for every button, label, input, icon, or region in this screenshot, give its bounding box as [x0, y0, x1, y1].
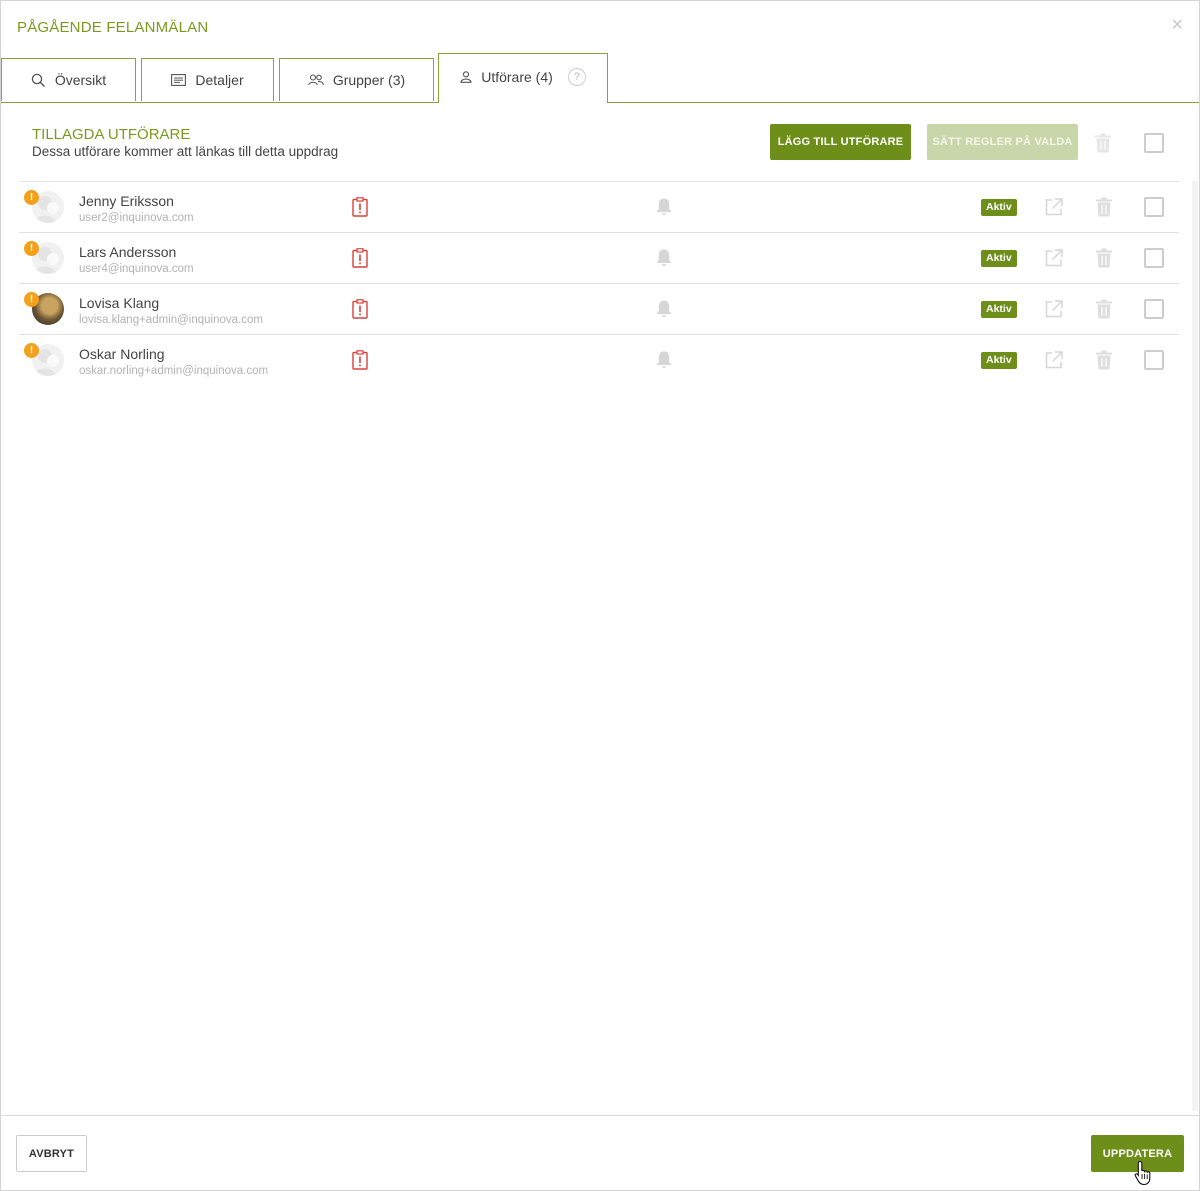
tab-bar: Översikt Detaljer Grupper (3) Utförare (…: [1, 53, 1199, 103]
performer-email: user4@inquinova.com: [79, 263, 194, 275]
clipboard-alert-icon[interactable]: [352, 197, 368, 222]
performer-name: Oskar Norling: [79, 346, 165, 362]
performer-email: oskar.norling+admin@inquinova.com: [79, 365, 269, 377]
warning-icon: !: [24, 190, 39, 205]
section-subtitle: Dessa utförare kommer att länkas till de…: [32, 144, 339, 159]
trash-icon[interactable]: [1094, 133, 1112, 153]
trash-icon[interactable]: [1095, 299, 1113, 324]
trash-icon[interactable]: [1095, 350, 1113, 375]
footer: AVBRYT UPPDATERA: [1, 1115, 1199, 1191]
group-icon: [308, 74, 324, 86]
tab-label: Grupper (3): [332, 72, 406, 88]
warning-icon: !: [24, 241, 39, 256]
bell-icon[interactable]: [655, 248, 673, 273]
bell-icon[interactable]: [655, 299, 673, 324]
close-icon[interactable]: ×: [1171, 15, 1183, 35]
search-icon: [31, 73, 45, 87]
tab-label: Detaljer: [195, 72, 244, 88]
trash-icon[interactable]: [1095, 197, 1113, 222]
performer-row[interactable]: ! Jenny Eriksson user2@inquinova.com Aktiv: [19, 182, 1179, 233]
dialog-title: PÅGÅENDE FELANMÄLAN: [17, 19, 209, 36]
performer-row[interactable]: ! Lovisa Klang lovisa.klang+admin@inquinov…: [19, 284, 1179, 335]
tab-detaljer[interactable]: Detaljer: [141, 58, 274, 101]
clipboard-alert-icon[interactable]: [352, 299, 368, 324]
performer-row[interactable]: ! Lars Andersson user4@inquinova.com Aktiv: [19, 233, 1179, 284]
warning-icon: !: [24, 343, 39, 358]
external-link-icon[interactable]: [1044, 299, 1064, 324]
performer-email: user2@inquinova.com: [79, 212, 194, 224]
tab-label: Utförare (4): [481, 69, 553, 85]
select-all-checkbox[interactable]: [1144, 133, 1164, 153]
add-performer-button[interactable]: LÄGG TILL UTFÖRARE: [770, 124, 911, 160]
performer-name: Lars Andersson: [79, 244, 177, 260]
external-link-icon[interactable]: [1044, 197, 1064, 222]
tab-grupper[interactable]: Grupper (3): [279, 58, 434, 101]
cancel-button[interactable]: AVBRYT: [16, 1135, 87, 1172]
row-checkbox[interactable]: [1144, 248, 1164, 268]
clipboard-alert-icon[interactable]: [352, 248, 368, 273]
external-link-icon[interactable]: [1044, 248, 1064, 273]
warning-icon: !: [24, 292, 39, 307]
performer-name: Lovisa Klang: [79, 295, 160, 311]
row-checkbox[interactable]: [1144, 299, 1164, 319]
bell-icon[interactable]: [655, 197, 673, 222]
bell-icon[interactable]: [655, 350, 673, 375]
trash-icon[interactable]: [1095, 248, 1113, 273]
row-checkbox[interactable]: [1144, 350, 1164, 370]
row-checkbox[interactable]: [1144, 197, 1164, 217]
status-badge: Aktiv: [981, 250, 1017, 267]
list-icon: [171, 74, 187, 86]
performer-name: Jenny Eriksson: [79, 193, 174, 209]
help-icon[interactable]: ?: [567, 68, 586, 86]
tab-oversikt[interactable]: Översikt: [1, 58, 136, 101]
external-link-icon[interactable]: [1044, 350, 1064, 375]
status-badge: Aktiv: [981, 352, 1017, 369]
status-badge: Aktiv: [981, 301, 1017, 318]
performer-list: ! Jenny Eriksson user2@inquinova.com Aktiv!…: [19, 181, 1179, 385]
dialog: PÅGÅENDE FELANMÄLAN × Översikt Detaljer …: [0, 0, 1200, 1191]
performer-email: lovisa.klang+admin@inquinova.com: [79, 314, 263, 326]
user-icon: [460, 71, 472, 83]
clipboard-alert-icon[interactable]: [352, 350, 368, 375]
section-title: TILLAGDA UTFÖRARE: [32, 126, 191, 143]
hand-cursor-icon: [1134, 1160, 1151, 1186]
set-rules-button[interactable]: SÄTT REGLER PÅ VALDA: [927, 124, 1078, 160]
performer-row[interactable]: ! Oskar Norling oskar.norling+admin@inquin…: [19, 335, 1179, 385]
tab-utforare[interactable]: Utförare (4) ?: [438, 53, 608, 103]
scrollbar[interactable]: [1192, 181, 1198, 1111]
status-badge: Aktiv: [981, 199, 1017, 216]
tab-label: Översikt: [54, 72, 107, 88]
